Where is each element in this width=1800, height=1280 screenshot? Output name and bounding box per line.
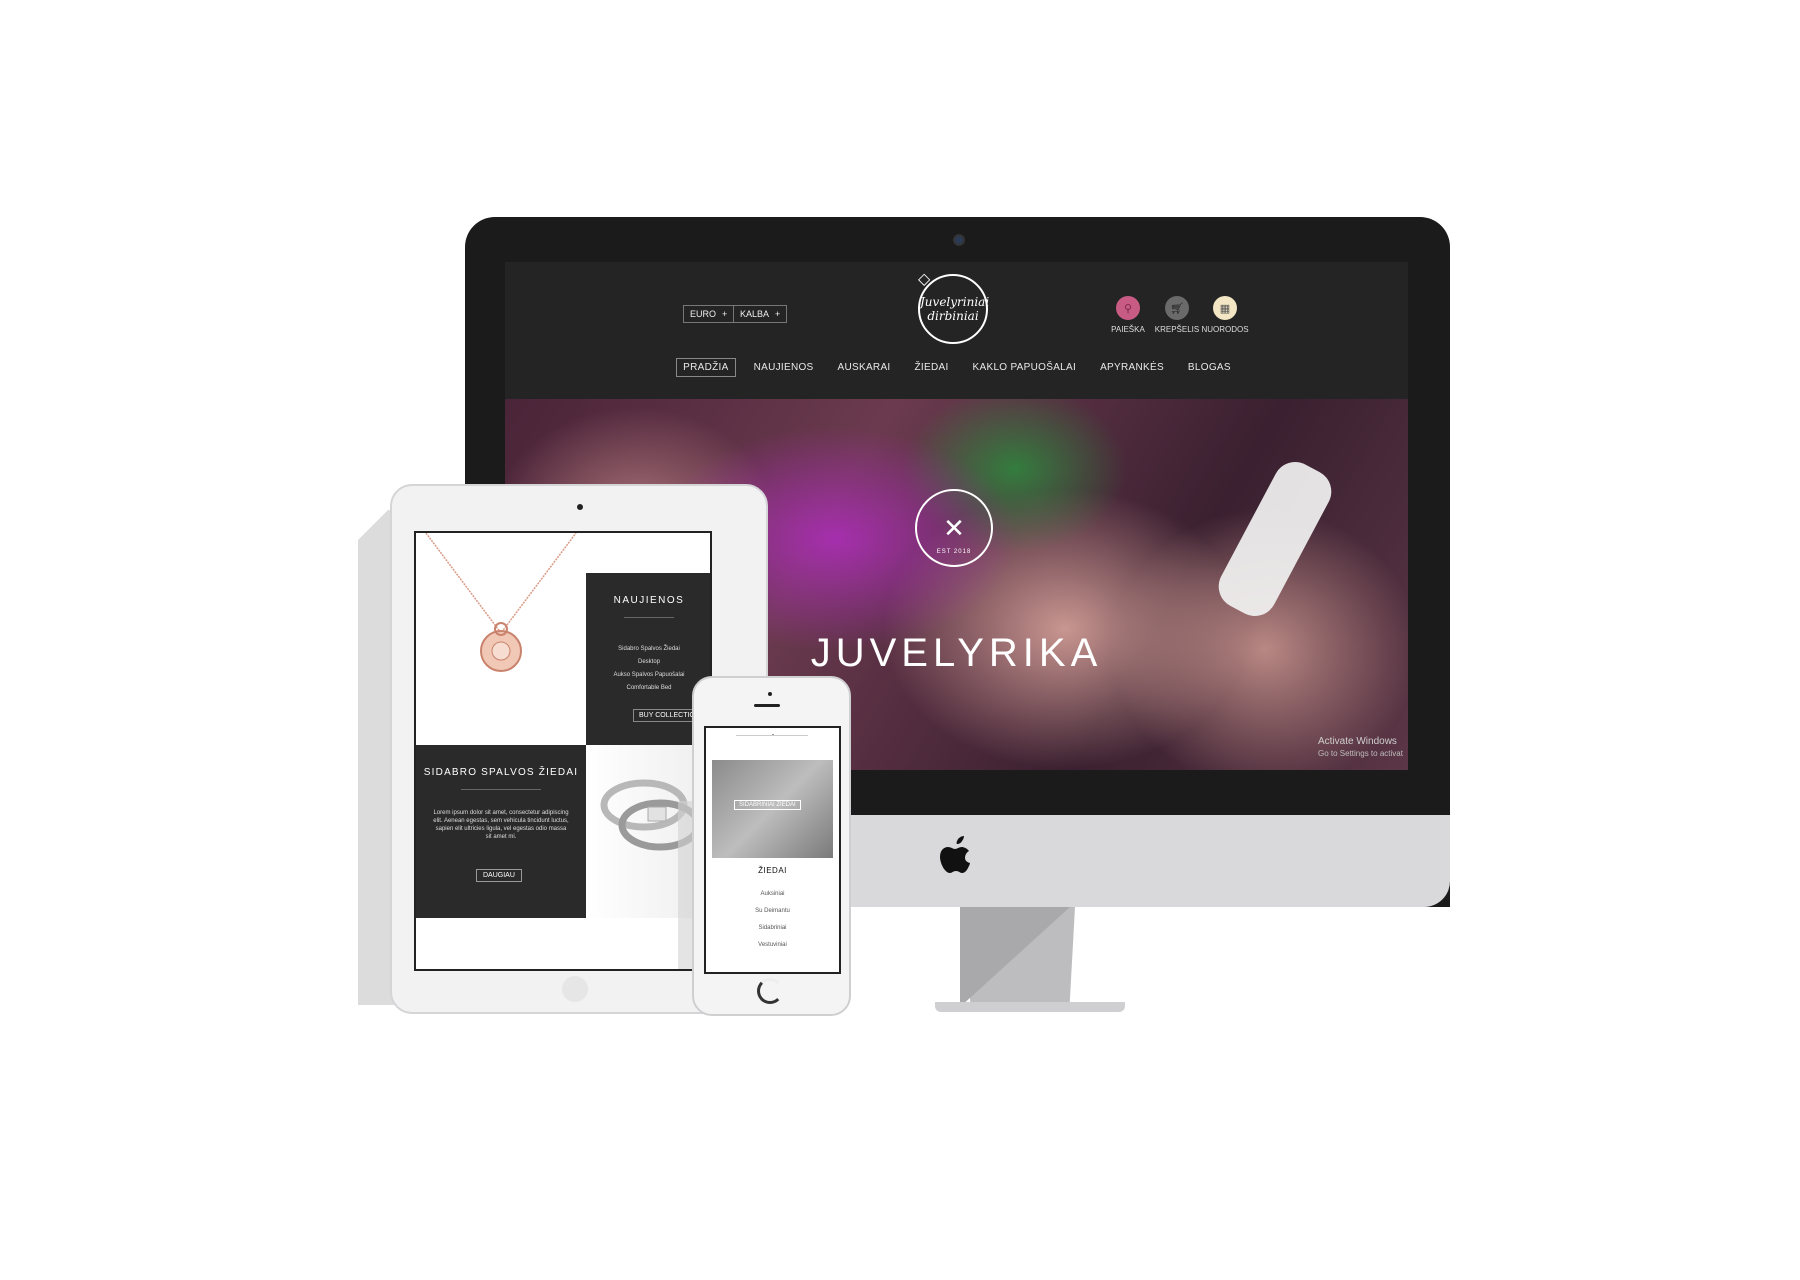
nav-item-blogas[interactable]: BLOGAS xyxy=(1182,359,1237,376)
links-button[interactable]: ▦ xyxy=(1213,296,1237,320)
category-item[interactable]: Sidabriniai xyxy=(706,920,839,937)
site-logo[interactable]: Juvelyriniai dirbiniai xyxy=(918,274,990,344)
emblem-logo: ✕ xyxy=(915,489,993,567)
grid-icon: ▦ xyxy=(1219,302,1231,315)
news-item[interactable]: Desktop xyxy=(586,656,710,669)
category-item[interactable]: Vestuviniai xyxy=(706,937,839,954)
ipad-home-button xyxy=(562,976,588,1002)
search-button[interactable]: ⚲ xyxy=(1116,296,1140,320)
iphone-speaker xyxy=(754,704,780,707)
category-item[interactable]: Su Deimantu xyxy=(706,903,839,920)
silver-rings-description: Lorem ipsum dolor sit amet, consectetur … xyxy=(433,810,569,840)
ipad-camera xyxy=(577,504,583,510)
divider xyxy=(624,617,674,618)
logo-text-line2: dirbiniai xyxy=(927,309,979,323)
mobile-website-screen: SIDABRINIAI ŽIEDAI ŽIEDAI Auksiniai Su D… xyxy=(704,726,841,974)
news-item[interactable]: Sidabro Spalvos Žiedai xyxy=(586,643,710,656)
cart-button[interactable]: 🛒︎ xyxy=(1165,296,1189,320)
silver-rings-title: SIDABRO SPALVOS ŽIEDAI xyxy=(423,767,579,778)
iphone-camera xyxy=(768,692,772,696)
currency-selector[interactable]: EURO + xyxy=(683,305,735,323)
silver-rings-panel: SIDABRO SPALVOS ŽIEDAI Lorem ipsum dolor… xyxy=(416,745,586,918)
nav-item-kaklo-papuosalai[interactable]: KAKLO PAPUOŠALAI xyxy=(967,359,1083,376)
divider xyxy=(736,735,808,736)
more-button[interactable]: DAUGIAU xyxy=(476,869,522,882)
nav-item-ziedai[interactable]: ŽIEDAI xyxy=(909,359,955,376)
windows-activation-notice: Activate Windows Go to Settings to activ… xyxy=(1318,736,1403,760)
nav-item-auskarai[interactable]: AUSKARAI xyxy=(832,359,897,376)
news-title: NAUJIENOS xyxy=(613,595,685,606)
tablet-website-screen: NAUJIENOS Sidabro Spalvos Žiedai Desktop… xyxy=(414,531,712,971)
imac-camera xyxy=(953,234,965,246)
category-item[interactable]: Auksiniai xyxy=(706,886,839,903)
activation-title: Activate Windows xyxy=(1318,736,1397,747)
necklace-product-image[interactable] xyxy=(416,533,586,705)
category-title: ŽIEDAI xyxy=(758,866,787,875)
nav-item-apyrankes[interactable]: APYRANKĖS xyxy=(1094,359,1170,376)
plus-icon: + xyxy=(722,309,728,319)
cart-icon: 🛒︎ xyxy=(1170,302,1184,315)
language-label: KALBA xyxy=(740,309,770,319)
silver-rings-banner-label: SIDABRINIAI ŽIEDAI xyxy=(734,800,801,810)
watch-band-graphic xyxy=(1210,454,1340,624)
search-icon: ⚲ xyxy=(1123,302,1133,315)
bottom-strip xyxy=(416,918,710,969)
category-list: Auksiniai Su Deimantu Sidabriniai Vestuv… xyxy=(706,886,839,954)
imac-foot xyxy=(935,1002,1125,1012)
apple-logo-icon xyxy=(940,836,970,873)
silver-rings-banner[interactable]: SIDABRINIAI ŽIEDAI xyxy=(712,760,833,858)
plus-icon: + xyxy=(775,309,781,319)
iphone-home-button xyxy=(757,978,783,1004)
logo-text-line1: Juvelyriniai xyxy=(920,295,990,309)
site-header: EURO + KALBA + ◇ Juvelyriniai dirbiniai … xyxy=(505,262,1408,399)
language-selector[interactable]: KALBA + xyxy=(733,305,788,323)
news-item[interactable]: Aukso Spalvos Papuošalai xyxy=(586,669,710,682)
activation-text: Go to Settings to activat xyxy=(1318,749,1403,758)
iphone-frame: SIDABRINIAI ŽIEDAI ŽIEDAI Auksiniai Su D… xyxy=(692,676,851,1016)
emblem-est-text: EST 2018 xyxy=(936,549,972,555)
main-navigation: PRADŽIA NAUJIENOS AUSKARAI ŽIEDAI KAKLO … xyxy=(505,355,1408,379)
nav-item-naujienos[interactable]: NAUJIENOS xyxy=(748,359,820,376)
currency-label: EURO xyxy=(690,309,717,319)
nav-item-pradzia[interactable]: PRADŽIA xyxy=(676,357,736,377)
links-label: NUORODOS xyxy=(1201,325,1249,334)
divider xyxy=(461,789,541,790)
crossed-tools-icon: ✕ xyxy=(943,512,965,543)
necklace-icon xyxy=(425,533,577,672)
